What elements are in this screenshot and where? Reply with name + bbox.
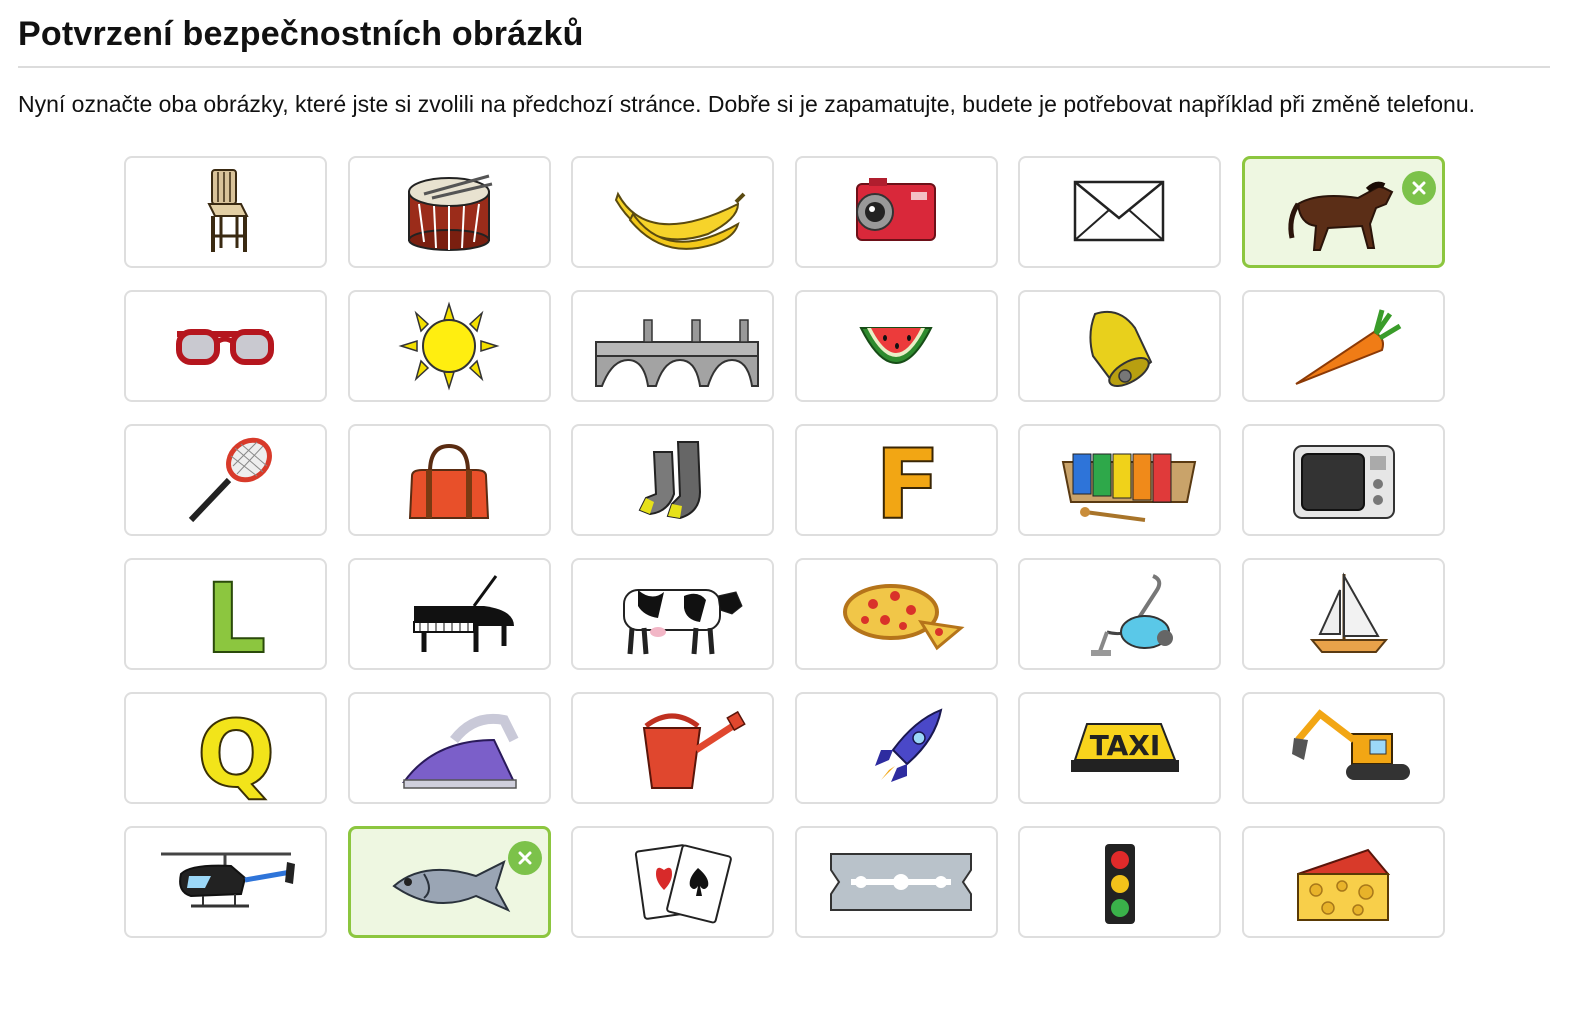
image-tile-socks[interactable] — [571, 424, 774, 536]
image-tile-xylophone[interactable] — [1018, 424, 1221, 536]
image-tile-razor-blade[interactable] — [794, 826, 998, 938]
image-tile-watermelon[interactable] — [794, 290, 998, 402]
image-tile-watering-can[interactable] — [571, 692, 774, 804]
remove-selection-button[interactable] — [507, 841, 542, 875]
image-tile-bridge[interactable] — [571, 290, 774, 402]
iron-icon — [402, 714, 519, 789]
carrot-icon — [1295, 309, 1402, 385]
excavator-icon — [1292, 709, 1410, 780]
image-tile-drum[interactable] — [347, 156, 551, 268]
sailboat-icon — [1309, 572, 1389, 653]
sunglasses-icon — [175, 329, 274, 365]
razor-blade-icon — [830, 853, 972, 911]
letter-f-glyph: F — [875, 429, 941, 541]
vacuum-cleaner-icon — [1090, 574, 1173, 656]
image-tile-bell[interactable] — [1018, 290, 1221, 402]
image-tile-carrot[interactable] — [1241, 290, 1445, 402]
drum-icon — [408, 174, 493, 251]
traffic-light-icon — [1104, 844, 1135, 924]
socks-icon — [638, 441, 701, 520]
remove-selection-button[interactable] — [1401, 171, 1436, 205]
image-tile-taxi-sign[interactable]: TAXI — [1018, 692, 1221, 804]
image-tile-helicopter[interactable] — [124, 826, 327, 938]
camera-icon — [856, 178, 936, 241]
image-tile-excavator[interactable] — [1241, 692, 1445, 804]
tennis-racket-icon — [188, 437, 272, 523]
image-tile-microwave[interactable] — [1241, 424, 1445, 536]
instructions-text: Nyní označte oba obrázky, které jste si … — [18, 91, 1476, 117]
security-image-grid: F L Q TAXI — [124, 156, 1445, 938]
image-tile-vacuum-cleaner[interactable] — [1018, 558, 1221, 670]
image-tile-letter-f[interactable]: F — [794, 424, 998, 542]
cheese-icon — [1297, 848, 1391, 921]
image-tile-letter-l[interactable]: L — [124, 558, 327, 676]
bag-icon — [408, 443, 490, 519]
image-tile-letter-q[interactable]: Q — [124, 692, 327, 809]
image-tile-bag[interactable] — [347, 424, 551, 536]
chair-icon — [206, 169, 249, 252]
image-tile-pizza[interactable] — [794, 558, 998, 670]
close-icon — [518, 851, 531, 865]
image-tile-envelope[interactable] — [1018, 156, 1221, 268]
close-icon — [1412, 181, 1425, 195]
image-tile-playing-cards[interactable] — [571, 826, 774, 938]
letter-q-glyph: Q — [197, 701, 275, 808]
envelope-icon — [1073, 180, 1164, 242]
letter-f-icon: F — [874, 428, 942, 542]
image-tile-horse[interactable] — [1241, 156, 1445, 268]
image-tile-rocket[interactable] — [794, 692, 998, 804]
image-tile-sailboat[interactable] — [1241, 558, 1445, 670]
playing-cards-icon — [634, 844, 732, 924]
image-tile-sun[interactable] — [347, 290, 551, 402]
image-tile-banana[interactable] — [571, 156, 774, 268]
helicopter-icon — [160, 852, 295, 908]
image-tile-tennis-racket[interactable] — [124, 424, 327, 536]
microwave-icon — [1293, 445, 1395, 519]
page: Potvrzení bezpečnostních obrázků Nyní oz… — [0, 0, 1572, 118]
pizza-icon — [843, 584, 965, 651]
taxi-sign-icon: TAXI — [1070, 723, 1179, 772]
banana-icon — [614, 191, 745, 250]
horse-icon — [1288, 181, 1394, 251]
image-tile-cow[interactable] — [571, 558, 774, 670]
bell-icon — [1088, 310, 1152, 387]
xylophone-icon — [1061, 453, 1196, 522]
rocket-icon — [875, 708, 943, 782]
image-tile-chair[interactable] — [124, 156, 327, 268]
image-tile-sunglasses[interactable] — [124, 290, 327, 402]
page-title: Potvrzení bezpečnostních obrázků — [18, 15, 584, 53]
image-tile-piano[interactable] — [347, 558, 551, 670]
fish-icon — [392, 860, 511, 913]
letter-q-icon: Q — [196, 700, 276, 809]
letter-l-glyph: L — [205, 563, 266, 675]
cow-icon — [622, 589, 743, 655]
sun-icon — [398, 301, 500, 391]
taxi-sign-text: TAXI — [1089, 729, 1160, 762]
letter-l-icon: L — [204, 562, 267, 676]
image-tile-traffic-light[interactable] — [1018, 826, 1221, 938]
image-tile-cheese[interactable] — [1241, 826, 1445, 938]
divider — [18, 66, 1550, 68]
image-tile-fish[interactable] — [347, 826, 551, 938]
image-tile-iron[interactable] — [347, 692, 551, 804]
watermelon-icon — [859, 327, 933, 364]
bridge-icon — [594, 319, 759, 387]
watering-can-icon — [642, 710, 746, 789]
piano-icon — [413, 575, 514, 652]
image-tile-camera[interactable] — [794, 156, 998, 268]
